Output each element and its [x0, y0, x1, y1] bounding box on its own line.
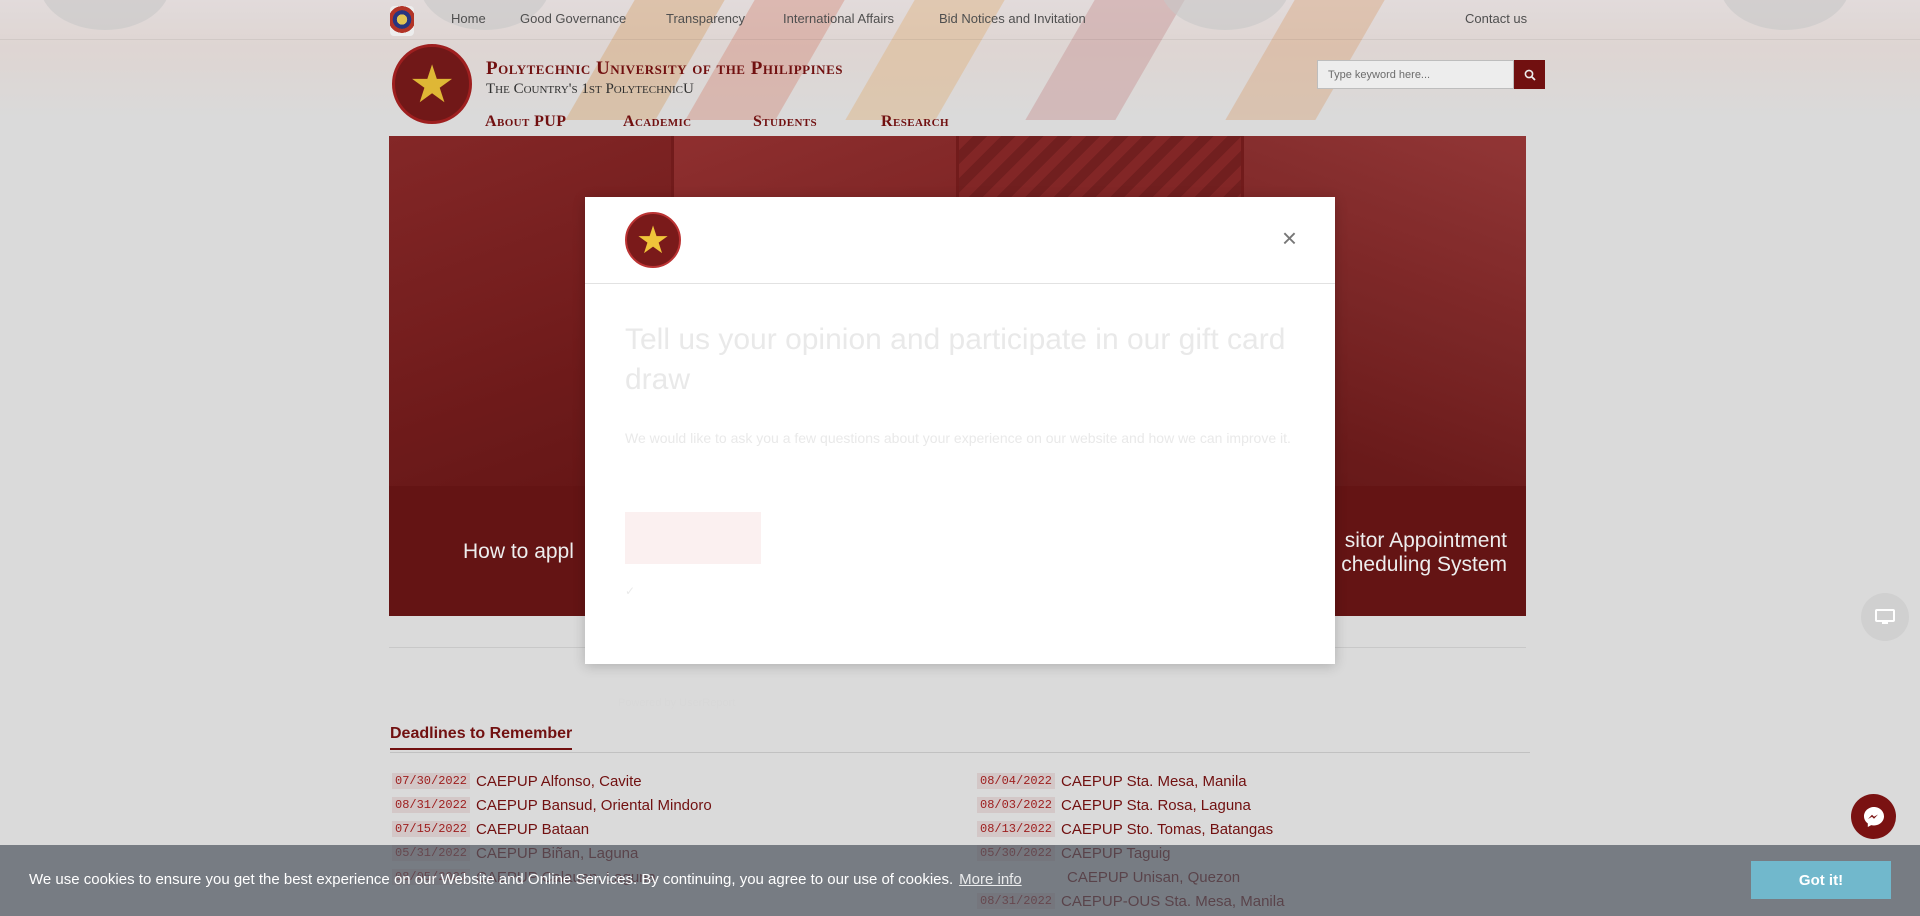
monitor-icon — [1875, 609, 1895, 624]
messenger-icon — [1863, 806, 1884, 827]
modal-footer-note: ✓ — [625, 584, 636, 598]
close-button[interactable]: × — [1282, 223, 1297, 254]
cookie-more-info-link[interactable]: More info — [959, 871, 1022, 888]
survey-modal: × Tell us your opinion and participate i… — [585, 197, 1335, 664]
cookie-accept-button[interactable]: Got it! — [1751, 861, 1891, 899]
cookie-text: We use cookies to ensure you get the bes… — [29, 871, 1022, 888]
modal-body: Tell us your opinion and participate in … — [585, 284, 1335, 664]
cookie-message: We use cookies to ensure you get the bes… — [29, 871, 954, 888]
modal-heading: Tell us your opinion and participate in … — [625, 323, 1286, 396]
cookie-banner: We use cookies to ensure you get the bes… — [0, 845, 1920, 916]
pup-seal-icon — [625, 212, 681, 268]
modal-text: We would like to ask you a few questions… — [625, 430, 1291, 446]
modal-header: × — [585, 197, 1335, 284]
powered-by-label: Powered by UserReport — [618, 697, 736, 709]
messenger-chat-button[interactable] — [1851, 794, 1896, 839]
modal-action-button[interactable] — [625, 512, 761, 564]
side-widget-button[interactable] — [1861, 593, 1909, 641]
